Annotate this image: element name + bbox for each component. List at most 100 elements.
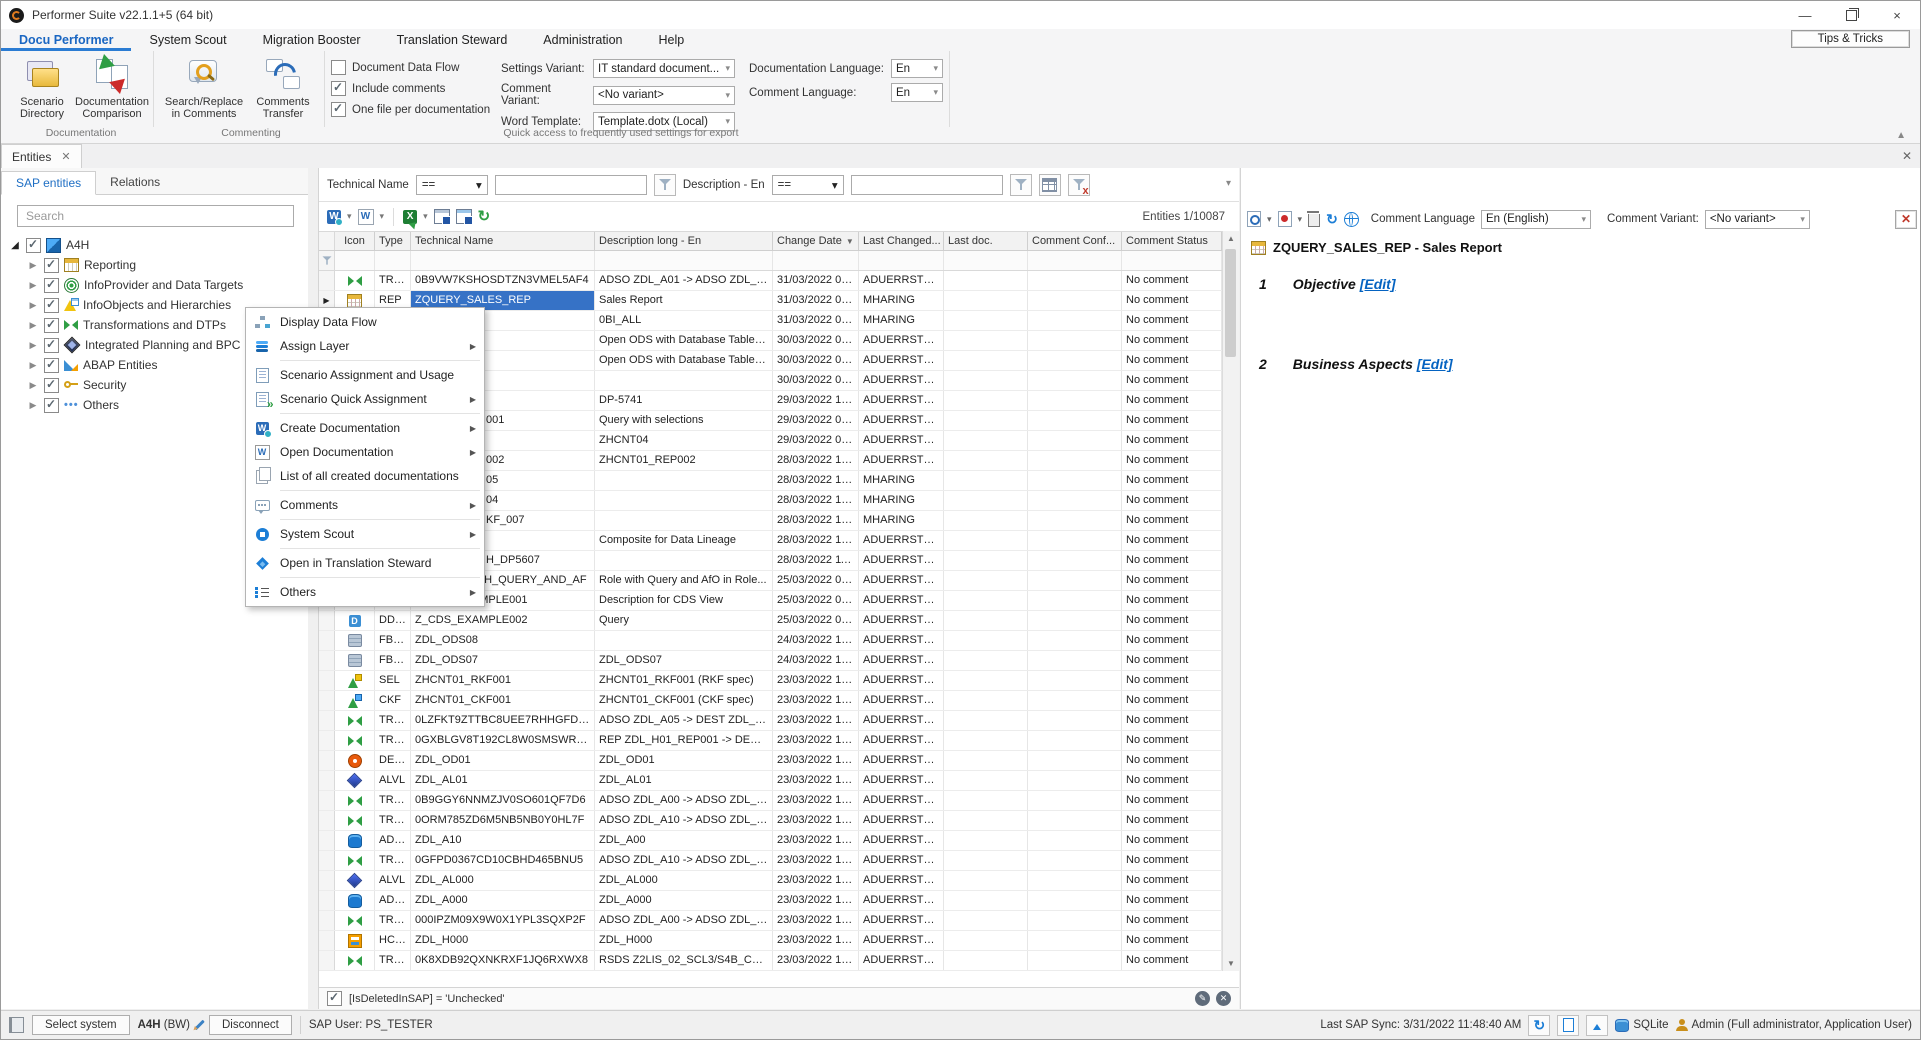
tree-checkbox[interactable]	[44, 278, 59, 293]
expander-open-icon[interactable]: ◢	[9, 240, 21, 251]
column-header-last-doc[interactable]: Last doc.	[944, 232, 1028, 250]
preview-doc-icon[interactable]	[1247, 211, 1261, 227]
comment-language-combo[interactable]: En (English)▾	[1481, 210, 1591, 229]
close-button[interactable]: ×	[1874, 1, 1920, 29]
scroll-up-icon[interactable]: ▲	[1223, 231, 1239, 246]
select-comment-variant[interactable]: <No variant>▾	[593, 86, 735, 105]
refresh-icon[interactable]: ↻	[1326, 211, 1338, 228]
menu-item-comments[interactable]: Comments▶	[246, 493, 484, 517]
edit-filter-icon[interactable]: ✎	[1195, 991, 1210, 1006]
select-system-button[interactable]: Select system	[32, 1015, 130, 1035]
tab-relations[interactable]: Relations	[96, 171, 174, 194]
tree-checkbox[interactable]	[44, 338, 59, 353]
menu-item-open-in-translation-steward[interactable]: Open in Translation Steward	[246, 551, 484, 575]
checkbox-box[interactable]	[331, 81, 346, 96]
tips-tricks-button[interactable]: Tips & Tricks	[1791, 30, 1910, 48]
filterbar-collapse-chevron-icon[interactable]: ▾	[1226, 178, 1231, 189]
checkbox-one-file-per-documentation[interactable]: One file per documentation	[331, 102, 501, 117]
tab-entities[interactable]: Entities ✕	[1, 144, 82, 168]
filter-cell[interactable]	[375, 251, 411, 270]
table-row[interactable]: FBPAZDL_ODS0824/03/2022 10...ADUERRSTEIN…	[319, 631, 1222, 651]
table-row[interactable]: DESTZDL_OD01ZDL_OD0123/03/2022 14...ADUE…	[319, 751, 1222, 771]
expander-icon[interactable]: ▶	[27, 340, 39, 351]
table-row[interactable]: ALVLZDL_AL000ZDL_AL00023/03/2022 10...AD…	[319, 871, 1222, 891]
menu-tab-help[interactable]: Help	[640, 31, 702, 51]
table-row[interactable]: TRFN0B9GGY6NNMZJV0SO601QF7D6ADSO ZDL_A00…	[319, 791, 1222, 811]
load-layout-button[interactable]	[456, 209, 472, 224]
save-layout-button[interactable]	[434, 209, 450, 224]
tree-checkbox[interactable]	[44, 298, 59, 313]
chevron-down-icon[interactable]: ▾	[1298, 214, 1303, 225]
column-header-change-date[interactable]: Change Date▼	[773, 232, 859, 250]
log-page-button[interactable]	[1557, 1015, 1579, 1036]
menu-item-system-scout[interactable]: System Scout▶	[246, 522, 484, 546]
expander-icon[interactable]: ▶	[27, 380, 39, 391]
tabbar-close-icon[interactable]: ✕	[1902, 149, 1912, 163]
menu-tab-docu-performer[interactable]: Docu Performer	[1, 31, 131, 51]
column-header-icon[interactable]: Icon	[335, 232, 375, 250]
grid-vertical-scrollbar[interactable]: ▲ ▼	[1222, 231, 1239, 971]
table-row[interactable]: TRFN0K8XDB92QXNKRXF1JQ6RXWX8RSDS Z2LIS_0…	[319, 951, 1222, 971]
close-panel-button[interactable]: ✕	[1895, 210, 1917, 229]
select-settings-variant[interactable]: IT standard document...▾	[593, 59, 735, 78]
column-header-last-changed[interactable]: Last Changed...	[859, 232, 944, 250]
menu-item-create-documentation[interactable]: Create Documentation▶	[246, 416, 484, 440]
filter-cell[interactable]	[773, 251, 859, 270]
menu-tab-administration[interactable]: Administration	[525, 31, 640, 51]
scroll-down-icon[interactable]: ▼	[1223, 956, 1239, 971]
menu-item-scenario-quick-assignment[interactable]: Scenario Quick Assignment▶	[246, 387, 484, 411]
filter-op2-combo[interactable]: ==▾	[772, 175, 844, 195]
filter-cell[interactable]	[1122, 251, 1222, 270]
tree-checkbox[interactable]	[44, 258, 59, 273]
tree-checkbox[interactable]	[44, 358, 59, 373]
filter-cell[interactable]	[859, 251, 944, 270]
maximize-button[interactable]	[1828, 1, 1874, 29]
log-book-icon[interactable]	[9, 1017, 24, 1033]
expander-icon[interactable]: ▶	[27, 300, 39, 311]
tree-checkbox[interactable]	[44, 378, 59, 393]
filter-cell[interactable]	[595, 251, 773, 270]
tree-checkbox[interactable]	[44, 398, 59, 413]
filter-cell[interactable]	[335, 251, 375, 270]
table-row[interactable]: ADSOZDL_A000ZDL_A00023/03/2022 10...ADUE…	[319, 891, 1222, 911]
table-row[interactable]: CKFZHCNT01_CKF001ZHCNT01_CKF001 (CKF spe…	[319, 691, 1222, 711]
filter-op1-combo[interactable]: ==▾	[416, 175, 488, 195]
menu-tab-translation-steward[interactable]: Translation Steward	[379, 31, 526, 51]
comment-variant-combo[interactable]: <No variant>▾	[1705, 210, 1810, 229]
column-header-comment-conf[interactable]: Comment Conf...	[1028, 232, 1122, 250]
menu-item-scenario-assignment-and-usage[interactable]: Scenario Assignment and Usage	[246, 363, 484, 387]
filter-edit1-button[interactable]	[654, 174, 676, 196]
filter-cell[interactable]	[411, 251, 595, 270]
checkbox-box[interactable]	[331, 102, 346, 117]
refresh-button[interactable]: ↻	[478, 210, 491, 224]
expander-icon[interactable]: ▶	[27, 260, 39, 271]
edit-system-icon[interactable]	[194, 1020, 205, 1031]
ribbon-collapse-chevron-icon[interactable]: ▲	[1896, 130, 1906, 141]
select-comment-language[interactable]: En▾	[891, 83, 943, 102]
edit-objective-link[interactable]: [Edit]	[1360, 276, 1396, 292]
menu-item-others[interactable]: Others▶	[246, 580, 484, 604]
expander-icon[interactable]: ▶	[27, 400, 39, 411]
table-row[interactable]: HCPRZDL_H000ZDL_H00023/03/2022 10...ADUE…	[319, 931, 1222, 951]
tree-item-infoprovider-and-data-targets[interactable]: ▶InfoProvider and Data Targets	[1, 275, 308, 295]
table-row[interactable]: TRFN0LZFKT9ZTTBC8UEE7RHHGFDGFADSO ZDL_A0…	[319, 711, 1222, 731]
filter-cell[interactable]	[1028, 251, 1122, 270]
menu-tab-system-scout[interactable]: System Scout	[131, 31, 244, 51]
menu-tab-migration-booster[interactable]: Migration Booster	[245, 31, 379, 51]
checkbox-include-comments[interactable]: Include comments	[331, 81, 501, 96]
expander-icon[interactable]: ▶	[27, 320, 39, 331]
tree-checkbox[interactable]	[44, 318, 59, 333]
upload-button[interactable]	[1586, 1015, 1608, 1036]
create-word-doc-button[interactable]: W	[327, 210, 341, 224]
remove-filter-icon[interactable]: ✕	[1216, 991, 1231, 1006]
table-row[interactable]: DDLSZ_CDS_EXAMPLE002Query25/03/2022 00..…	[319, 611, 1222, 631]
export-excel-button[interactable]: X	[403, 210, 417, 224]
tree-checkbox[interactable]	[26, 238, 41, 253]
edit-business-aspects-link[interactable]: [Edit]	[1417, 356, 1453, 372]
menu-item-display-data-flow[interactable]: Display Data Flow	[246, 310, 484, 334]
column-header-description-long-en[interactable]: Description long - En	[595, 232, 773, 250]
select-documentation-language[interactable]: En▾	[891, 59, 943, 78]
table-row[interactable]: TRFN0B9VW7KSHOSDTZN3VMEL5AF4ADSO ZDL_A01…	[319, 271, 1222, 291]
language-globe-icon[interactable]	[1344, 212, 1359, 227]
chevron-down-icon[interactable]: ▾	[423, 211, 428, 222]
